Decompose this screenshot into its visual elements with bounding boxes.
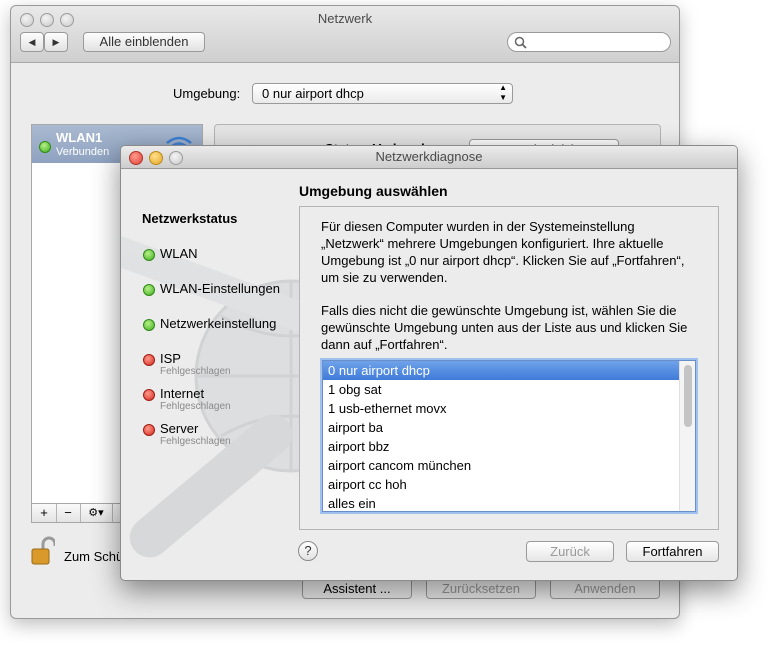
location-popup[interactable]: 0 nur airport dhcp ▲ ▼: [252, 83, 513, 104]
scrollbar-thumb[interactable]: [684, 365, 692, 427]
status-fail-icon: [143, 424, 155, 436]
search-input[interactable]: [507, 32, 671, 52]
location-item[interactable]: 1 usb-ethernet movx: [323, 399, 679, 418]
lock-icon[interactable]: [31, 536, 55, 566]
location-item[interactable]: airport bbz: [323, 437, 679, 456]
gear-icon: ⚙▾: [88, 507, 104, 519]
status-fail-icon: [143, 354, 155, 366]
status-item-internet: Internet: [160, 386, 205, 401]
list-scrollbar[interactable]: [679, 361, 695, 511]
help-button[interactable]: ?: [298, 541, 318, 561]
status-green-icon: [39, 141, 51, 153]
status-item-isp: ISP: [160, 351, 181, 366]
add-service-button[interactable]: +: [32, 504, 57, 522]
back-nav-button[interactable]: ◀: [20, 32, 44, 52]
dialog-title: Netzwerkdiagnose: [375, 149, 483, 164]
forward-nav-button[interactable]: ▶: [44, 32, 68, 52]
service-name: WLAN1: [56, 130, 103, 145]
window-title: Netzwerk: [317, 11, 373, 26]
status-ok-icon: [143, 249, 155, 261]
status-item-wlan: WLAN: [160, 246, 198, 261]
location-item[interactable]: airport ba: [323, 418, 679, 437]
location-value: 0 nur airport dhcp: [262, 86, 364, 101]
location-item[interactable]: airport cc hoh: [323, 475, 679, 494]
status-item-isp-sub: Fehlgeschlagen: [160, 366, 231, 377]
network-diagnostics-window: Netzwerkdiagnose Umgebung auswählen Netz…: [120, 145, 738, 581]
status-item-internet-sub: Fehlgeschlagen: [160, 401, 231, 412]
location-list-items: 0 nur airport dhcp 1 obg sat 1 usb-ether…: [323, 361, 679, 511]
status-item-wlan-settings: WLAN-Einstellungen: [160, 281, 280, 296]
service-status: Verbunden: [56, 146, 110, 158]
remove-service-button[interactable]: −: [56, 504, 81, 522]
dialog-heading: Umgebung auswählen: [299, 183, 448, 199]
assistant-button[interactable]: Assistent ...: [302, 578, 412, 599]
apply-button[interactable]: Anwenden: [550, 578, 660, 599]
status-title: Netzwerkstatus: [142, 211, 238, 226]
location-item[interactable]: 0 nur airport dhcp: [323, 361, 679, 380]
location-item[interactable]: 1 obg sat: [323, 380, 679, 399]
location-item[interactable]: airport cancom münchen: [323, 456, 679, 475]
location-item[interactable]: alles ein: [323, 494, 679, 511]
show-all-button[interactable]: Alle einblenden: [83, 32, 205, 52]
status-item-server: Server: [160, 421, 199, 436]
status-ok-icon: [143, 284, 155, 296]
status-item-network-settings: Netzwerkeinstellung: [160, 316, 277, 331]
gear-menu-button[interactable]: ⚙▾: [80, 504, 113, 522]
status-fail-icon: [143, 389, 155, 401]
status-item-server-sub: Fehlgeschlagen: [160, 436, 231, 447]
reset-button[interactable]: Zurücksetzen: [426, 578, 536, 599]
search-icon: [514, 36, 527, 49]
chevron-left-icon: ◀: [28, 37, 36, 47]
back-button[interactable]: Zurück: [526, 541, 614, 562]
continue-button[interactable]: Fortfahren: [626, 541, 719, 562]
title-bar: Netzwerk ◀ ▶ Alle einblenden: [11, 6, 679, 63]
location-list[interactable]: 0 nur airport dhcp 1 obg sat 1 usb-ether…: [322, 360, 696, 512]
dialog-title-bar: Netzwerkdiagnose: [121, 146, 737, 169]
chevron-right-icon: ▶: [52, 37, 60, 47]
intro-paragraph: Für diesen Computer wurden in der System…: [321, 219, 685, 285]
updown-arrows-icon: ▲ ▼: [499, 83, 507, 102]
content-box: Für diesen Computer wurden in der System…: [299, 206, 719, 530]
instruction-paragraph: Falls dies nicht die gewünschte Umgebung…: [321, 303, 688, 352]
status-ok-icon: [143, 319, 155, 331]
location-label: Umgebung:: [173, 86, 241, 101]
